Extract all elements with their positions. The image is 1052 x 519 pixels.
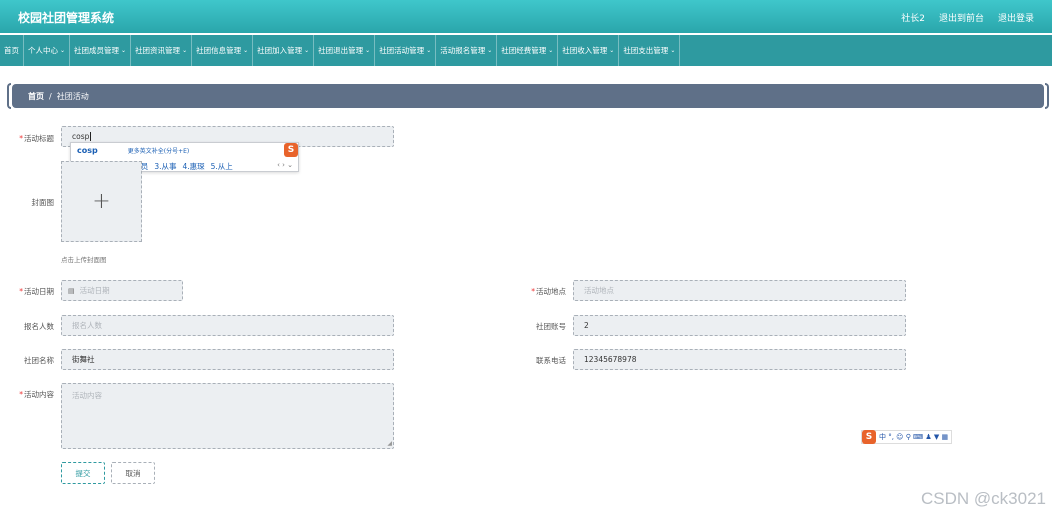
breadcrumb: 首页 / 社团活动	[7, 83, 1049, 109]
cover-hint: 点击上传封面图	[61, 256, 107, 264]
date-label: *活动日期	[19, 287, 54, 296]
chevron-down-icon: ⌄	[304, 47, 310, 54]
nav-item-label: 社团成员管理	[74, 46, 120, 55]
nav-item[interactable]: 社团支出管理 ⌄	[619, 35, 681, 66]
title-label: *活动标题	[19, 134, 54, 143]
club-account-input[interactable]: 2	[573, 315, 906, 336]
nav-item-label: 社团支出管理	[623, 46, 669, 55]
logout-link[interactable]: 退出登录	[998, 11, 1034, 24]
chevron-down-icon: ⌄	[121, 47, 127, 54]
main-nav: 首页 个人中心 ⌄ 社团成员管理 ⌄ 社团资讯管理 ⌄ 社团信息管理 ⌄ 社团加入管理 ⌄ 社团退出管…	[0, 35, 1052, 66]
count-input[interactable]: 报名人数	[61, 315, 394, 336]
chevron-down-icon: ⌄	[609, 47, 615, 54]
ime-candidate[interactable]: 4.惠琛	[182, 161, 204, 172]
content-label: *活动内容	[19, 390, 54, 399]
nav-item-label: 社团资讯管理	[135, 46, 181, 55]
header-actions: 社长2 退出到前台 退出登录	[901, 11, 1034, 24]
sogou-toolbar-logo-icon: S	[862, 430, 876, 444]
chevron-down-icon: ⌄	[548, 47, 554, 54]
cancel-button[interactable]: 取消	[111, 462, 155, 484]
back-to-admin-link[interactable]: 退出到前台	[939, 11, 984, 24]
chevron-down-icon: ⌄	[243, 47, 249, 54]
plus-icon: +	[92, 189, 111, 214]
resize-handle-icon[interactable]: ◢	[387, 440, 392, 447]
ime-pinyin: cosp	[77, 146, 98, 155]
breadcrumb-current: 社团活动	[56, 91, 89, 101]
club-name-label: 社团名称	[24, 356, 54, 365]
nav-item[interactable]: 活动报名管理 ⌄	[436, 35, 498, 66]
content-textarea[interactable]: 活动内容 ◢	[61, 383, 394, 449]
ime-toolbar-icons: 中 °, ☺ ⚲ ⌨ ♟ ▼ ▦	[879, 433, 949, 441]
club-account-label: 社团账号	[536, 322, 566, 331]
current-user: 社长2	[901, 14, 925, 24]
phone-input[interactable]: 12345678978	[573, 349, 906, 370]
submit-button[interactable]: 提交	[61, 462, 105, 484]
ime-tip: 更多英文补全(分号+E)	[127, 148, 190, 155]
chevron-down-icon: ⌄	[426, 47, 432, 54]
ime-candidate[interactable]: 3.从事	[154, 161, 176, 172]
sogou-logo-icon: S	[284, 143, 298, 157]
nav-item[interactable]: 社团收入管理 ⌄	[558, 35, 620, 66]
nav-item[interactable]: 社团经费管理 ⌄	[497, 35, 559, 66]
app-title: 校园社团管理系统	[18, 11, 115, 25]
cover-label: 封面图	[31, 198, 55, 207]
nav-item-label: 社团加入管理	[257, 46, 303, 55]
chevron-down-icon: ⌄	[365, 47, 371, 54]
breadcrumb-left-edge	[7, 83, 11, 109]
calendar-icon: ▤	[68, 286, 75, 295]
date-picker[interactable]: ▤ 活动日期	[61, 280, 183, 301]
nav-item-label: 首页	[4, 46, 19, 55]
nav-item-label: 社团经费管理	[501, 46, 547, 55]
nav-item-label: 活动报名管理	[440, 46, 486, 55]
chevron-down-icon: ⌄	[670, 47, 676, 54]
club-name-input[interactable]: 街舞社	[61, 349, 394, 370]
nav-item[interactable]: 首页	[0, 35, 24, 66]
location-input[interactable]: 活动地点	[573, 280, 906, 301]
nav-item-label: 社团收入管理	[562, 46, 608, 55]
top-header: 校园社团管理系统 社长2 退出到前台 退出登录	[0, 0, 1052, 33]
nav-item[interactable]: 个人中心 ⌄	[24, 35, 71, 66]
watermark: CSDN @ck3021	[921, 489, 1046, 508]
breadcrumb-home[interactable]: 首页	[28, 91, 44, 102]
cover-upload[interactable]: +	[61, 161, 142, 242]
chevron-down-icon: ⌄	[487, 47, 493, 54]
nav-item[interactable]: 社团信息管理 ⌄	[192, 35, 254, 66]
nav-item-label: 社团活动管理	[379, 46, 425, 55]
ime-toolbar[interactable]: S 中 °, ☺ ⚲ ⌨ ♟ ▼ ▦	[861, 430, 953, 444]
nav-item-label: 个人中心	[28, 46, 58, 55]
nav-item[interactable]: 社团加入管理 ⌄	[253, 35, 315, 66]
count-label: 报名人数	[24, 322, 54, 331]
phone-label: 联系电话	[536, 356, 566, 365]
breadcrumb-right-edge	[1045, 83, 1049, 109]
nav-item[interactable]: 社团退出管理 ⌄	[314, 35, 376, 66]
nav-item-label: 社团退出管理	[318, 46, 364, 55]
nav-item[interactable]: 社团成员管理 ⌄	[70, 35, 132, 66]
ime-pager[interactable]: ‹ › ⌄	[277, 161, 293, 169]
nav-item-label: 社团信息管理	[196, 46, 242, 55]
breadcrumb-separator: /	[49, 91, 52, 101]
nav-item[interactable]: 社团活动管理 ⌄	[375, 35, 437, 66]
chevron-down-icon: ⌄	[60, 47, 66, 54]
nav-item[interactable]: 社团资讯管理 ⌄	[131, 35, 193, 66]
location-label: *活动地点	[531, 287, 566, 296]
chevron-down-icon: ⌄	[182, 47, 188, 54]
ime-candidate[interactable]: 5.从上	[211, 161, 233, 172]
